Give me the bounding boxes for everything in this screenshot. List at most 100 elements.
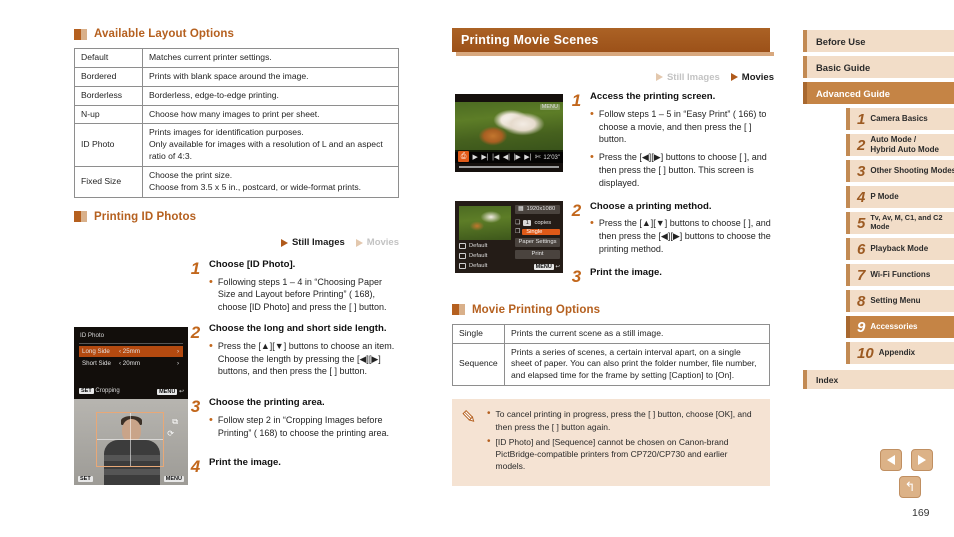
media-indicator-row-left: Still Images Movies	[74, 237, 399, 249]
step-bullet: • Press the [▲][▼] buttons to choose an …	[209, 340, 399, 378]
chapter-number: 2	[857, 136, 866, 154]
bullet-text: Press the [▲][▼] buttons to choose an it…	[217, 340, 395, 377]
table-cell-key: ID Photo	[74, 123, 143, 168]
table-row: N-up Choose how many images to print per…	[74, 104, 399, 125]
page-navigation	[880, 449, 933, 471]
step-number: 3	[190, 397, 201, 417]
table-cell-value: Choose the print size. Choose from 3.5 x…	[142, 166, 399, 198]
nav-item-basic-guide[interactable]: Basic Guide	[803, 56, 954, 78]
chapter-label: Camera Basics	[870, 114, 928, 124]
nav-item-advanced-guide[interactable]: Advanced Guide	[803, 82, 954, 104]
section-marker-icon	[74, 28, 87, 40]
media-label: Still Images	[666, 71, 720, 83]
nav-chapter-setting-menu[interactable]: 8 Setting Menu	[846, 290, 954, 312]
table-cell-value: Prints a series of scenes, a certain int…	[504, 342, 770, 387]
footer-label: Cropping	[95, 387, 120, 394]
chapter-number: 6	[857, 240, 866, 258]
steps-id-photo-1: 1 Choose [ID Photo]. • Following steps 1…	[74, 259, 399, 319]
chapter-number: 1	[857, 110, 866, 128]
nav-chapter-playback-mode[interactable]: 6 Playback Mode	[846, 238, 954, 260]
bullet-dot-icon: •	[590, 151, 594, 164]
bullet-text: Following steps 1 – 4 in “Choosing Paper…	[217, 276, 387, 313]
bullet-dot-icon: •	[209, 414, 213, 427]
section-title: Printing ID Photos	[94, 210, 197, 223]
step-title: Choose [ID Photo].	[209, 258, 296, 270]
right-navigation: Before Use Basic Guide Advanced Guide 1 …	[803, 30, 954, 389]
steps-id-photo-3: 3 Choose the printing area. • Follow ste…	[74, 397, 399, 474]
section-marker-icon	[74, 211, 87, 223]
nav-chapter-auto-mode[interactable]: 2 Auto Mode / Hybrid Auto Mode	[846, 134, 954, 156]
nav-chapter-other-shooting-modes[interactable]: 3 Other Shooting Modes	[846, 160, 954, 182]
return-home-button[interactable]: ↰	[899, 476, 921, 498]
bullet-dot-icon: •	[209, 339, 213, 352]
set-button-tag: SET	[78, 476, 93, 483]
table-cell-key: N-up	[74, 104, 143, 125]
step-title: Choose the long and short side length.	[209, 322, 387, 334]
nav-chapter-accessories[interactable]: 9 Accessories	[846, 316, 954, 338]
table-cell-value: Choose how many images to print per shee…	[142, 104, 399, 125]
banner-title: Printing Movie Scenes	[461, 33, 599, 47]
chapter-label: Auto Mode / Hybrid Auto Mode	[870, 135, 939, 154]
chapter-label: Wi-Fi Functions	[870, 270, 931, 280]
table-cell-key: Fixed Size	[74, 166, 143, 198]
table-cell-value: Prints images for identification purpose…	[142, 123, 399, 168]
step-bullet: • Press the [◀][▶] buttons to choose [ ]…	[590, 151, 774, 189]
chapter-label: Appendix	[878, 348, 916, 358]
bullet-dot-icon: •	[590, 107, 594, 120]
chapter-label: P Mode	[870, 192, 899, 202]
step-number: 1	[571, 91, 582, 110]
step-number: 3	[571, 266, 582, 286]
bullet-dot-icon: •	[487, 408, 491, 420]
page-banner: Printing Movie Scenes	[452, 28, 774, 56]
media-movies: Movies	[730, 71, 774, 83]
chapter-number: 8	[857, 292, 866, 310]
previous-page-button[interactable]	[880, 449, 902, 471]
note-text: To cancel printing in progress, press th…	[495, 409, 752, 432]
chapter-label: Other Shooting Modes	[870, 166, 954, 176]
table-cell-key: Sequence	[452, 342, 505, 387]
arrow-right-icon	[918, 455, 926, 465]
step-title: Print the image.	[209, 456, 281, 468]
step: 2 Choose a printing method. • Press the …	[570, 201, 774, 261]
nav-chapter-camera-basics[interactable]: 1 Camera Basics	[846, 108, 954, 130]
table-cell-key: Borderless	[74, 85, 143, 106]
screen-footer: SET Cropping MENU ↩	[79, 387, 184, 395]
left-column: Available Layout Options Default Matches…	[74, 28, 399, 486]
nav-chapter-p-mode[interactable]: 4 P Mode	[846, 186, 954, 208]
nav-chapter-tv-av-m-c1-c2-mode[interactable]: 5 Tv, Av, M, C1, and C2 Mode	[846, 212, 954, 234]
media-still-images: Still Images	[280, 237, 345, 249]
nav-item-before-use[interactable]: Before Use	[803, 30, 954, 52]
table-cell-value: Matches current printer settings.	[142, 48, 399, 68]
note-text: [ID Photo] and [Sequence] cannot be chos…	[495, 436, 729, 472]
middle-column: Printing Movie Scenes Still Images Movie…	[452, 28, 774, 486]
bullet-text: Press the [▲][▼] buttons to choose [ ], …	[598, 218, 771, 254]
note-box: • To cancel printing in progress, press …	[452, 399, 770, 486]
bullet-text: Follow step 2 in “Cropping Images before…	[217, 415, 389, 438]
media-movies: Movies	[355, 237, 399, 248]
chapter-number: 9	[857, 318, 866, 336]
section-title: Movie Printing Options	[472, 303, 601, 316]
table-row: Default Matches current printer settings…	[74, 48, 399, 68]
step: 3 Print the image.	[570, 267, 774, 285]
menu-button-tag: MENU	[163, 476, 184, 483]
section-header-available-layout-options: Available Layout Options	[74, 28, 399, 40]
bullet-text: Press the [◀][▶] buttons to choose [ ], …	[598, 152, 767, 188]
nav-item-index[interactable]: Index	[803, 370, 954, 389]
step-bullet: • Following steps 1 – 4 in “Choosing Pap…	[209, 276, 399, 314]
table-cell-value: Borderless, edge-to-edge printing.	[142, 85, 399, 106]
table-row: Sequence Prints a series of scenes, a ce…	[452, 342, 770, 387]
media-label: Still Images	[291, 237, 345, 249]
bullet-dot-icon: •	[590, 217, 594, 230]
next-page-button[interactable]	[911, 449, 933, 471]
steps-movie-2: 2 Choose a printing method. • Press the …	[452, 201, 774, 285]
nav-chapter-wifi-functions[interactable]: 7 Wi-Fi Functions	[846, 264, 954, 286]
bullet-dot-icon: •	[209, 275, 213, 288]
chapter-label: Playback Mode	[870, 244, 929, 254]
media-indicator-row-middle: Still Images Movies	[452, 71, 774, 83]
step-number: 2	[190, 322, 201, 342]
media-label: Movies	[741, 71, 774, 83]
table-cell-value: Prints with blank space around the image…	[142, 66, 399, 87]
nav-chapter-appendix[interactable]: 10 Appendix	[846, 342, 954, 364]
media-still-images: Still Images	[655, 71, 720, 83]
note-item: • [ID Photo] and [Sequence] cannot be ch…	[487, 436, 758, 473]
